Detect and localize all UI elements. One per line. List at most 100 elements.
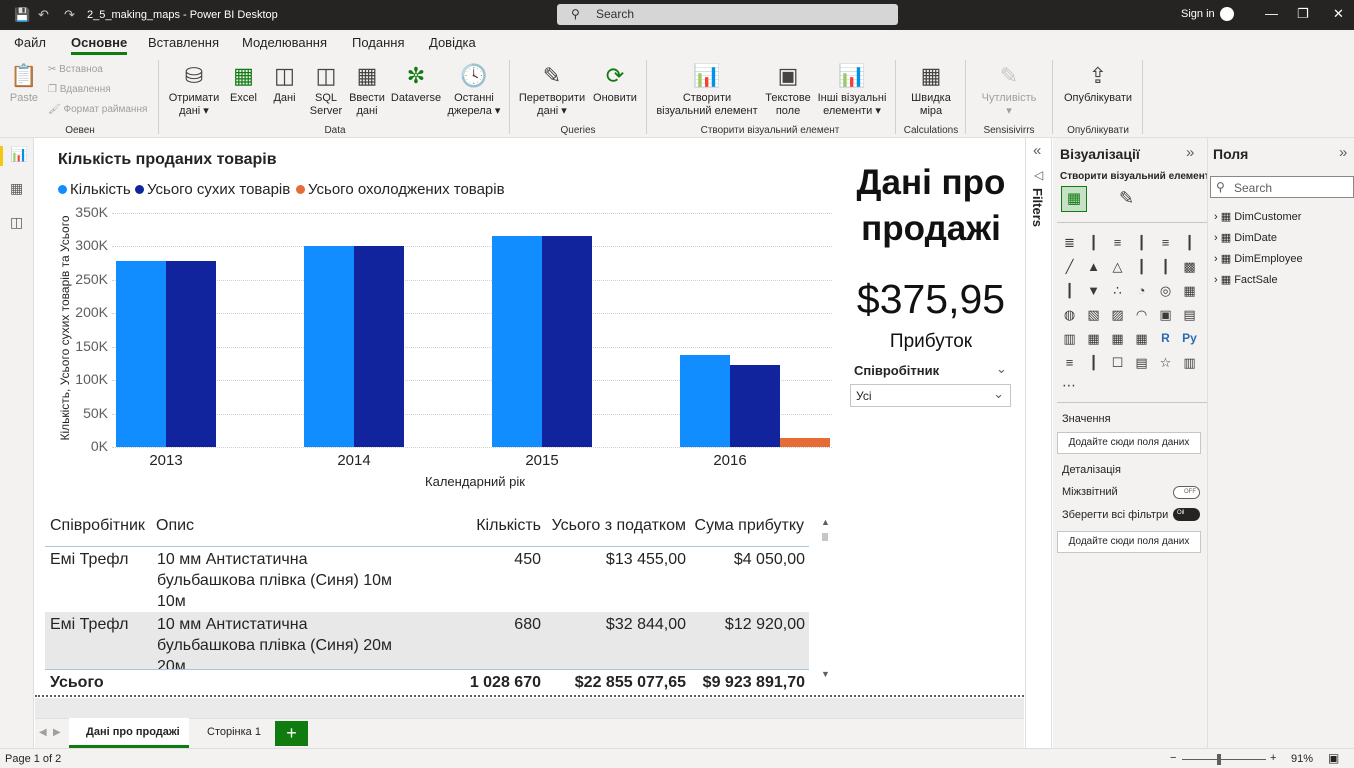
slicer-icon[interactable]: ▦ [1084,330,1103,347]
bar[interactable] [680,355,730,447]
sensitivity-button[interactable]: ✎ Чутливість ▾ [972,60,1046,118]
zoom-out-icon[interactable]: − [1170,752,1176,764]
collapse-right-icon[interactable]: » [1186,144,1194,161]
next-page-icon[interactable]: ▶ [53,727,61,738]
table-header[interactable]: Кількість [440,517,541,535]
cross-report-toggle[interactable]: OFF [1173,486,1200,499]
tab-page-1[interactable]: Сторінка 1 [207,726,261,738]
scatter-icon[interactable]: ∴ [1108,282,1127,299]
shape-map-icon[interactable]: ▨ [1108,306,1127,323]
field-table-item[interactable]: › ▦ FactSale [1214,273,1278,286]
menu-modeling[interactable]: Моделювання [242,35,327,50]
close-icon[interactable]: ✕ [1333,6,1344,22]
multi-row-card-icon[interactable]: ▤ [1180,306,1199,323]
menu-help[interactable]: Довідка [429,35,476,50]
menu-view[interactable]: Подання [352,35,405,50]
chevron-right-icon[interactable]: › [1214,232,1221,244]
chevron-right-icon[interactable]: › [1214,274,1221,286]
funnel-icon[interactable]: ▼ [1084,282,1103,299]
bar[interactable] [354,246,404,447]
minimize-icon[interactable]: — [1265,6,1278,21]
quick-measure-button[interactable]: ▦ Швидка міра [900,60,962,118]
data-hub-button[interactable]: ◫ Дані [268,60,301,105]
scroll-down-icon[interactable]: ▼ [821,669,830,679]
table-scrollbar[interactable]: ▲ ▼ [820,517,830,682]
bar[interactable] [492,235,542,447]
zoom-in-icon[interactable]: + [1270,752,1276,764]
qa-icon[interactable]: ☐ [1108,354,1127,371]
field-table-item[interactable]: › ▦ DimCustomer [1214,210,1301,223]
refresh-button[interactable]: ⟳ Оновити [590,60,640,105]
sign-in-link[interactable]: Sign in [1181,8,1215,20]
table-row[interactable]: Емі Трефл 10 мм Антистатична бульбашкова… [45,612,809,669]
table-icon[interactable]: ▦ [1108,330,1127,347]
more-visuals-button[interactable]: 📊 Інші візуальні елементи ▾ [814,60,890,118]
100-column-icon[interactable]: ┃ [1180,234,1199,251]
drill-through-drop-zone[interactable]: Додайте сюди поля даних [1057,531,1201,553]
chevron-right-icon[interactable]: › [1214,253,1221,265]
filled-map-icon[interactable]: ▧ [1084,306,1103,323]
excel-button[interactable]: ▦ Excel [227,60,260,105]
waterfall-icon[interactable]: ┃ [1060,282,1079,299]
line-icon[interactable]: ╱ [1060,258,1079,275]
field-table-item[interactable]: › ▦ DimEmployee [1214,252,1303,265]
field-table-item[interactable]: › ▦ DimDate [1214,231,1277,244]
new-visual-button[interactable]: 📊 Створити візуальний елемент [653,60,761,118]
bar[interactable] [116,261,166,447]
save-icon[interactable]: 💾 [14,7,30,23]
global-search[interactable]: ⚲ Search [557,4,898,25]
map-icon[interactable]: ◍ [1060,306,1079,323]
r-visual-icon[interactable]: R [1156,330,1175,347]
legend-item[interactable]: Усього сухих товарів [135,181,290,198]
bar[interactable] [780,438,830,447]
filters-label[interactable]: Filters [1030,188,1045,227]
format-visual-tab-icon[interactable]: ✎ [1119,188,1134,209]
add-page-button[interactable]: + [275,721,308,746]
transform-data-button[interactable]: ✎ Перетворити дані ▾ [515,60,589,118]
enter-data-button[interactable]: ▦ Ввести дані [347,60,387,118]
clustered-bar-icon[interactable]: ≡ [1108,234,1127,251]
tab-sales-label[interactable]: Дані про продажі [86,726,180,738]
ribbon-icon[interactable]: ▩ [1180,258,1199,275]
donut-icon[interactable]: ◎ [1156,282,1175,299]
fit-to-page-icon[interactable]: ▣ [1328,751,1339,765]
bar[interactable] [542,235,592,447]
treemap-icon[interactable]: ▦ [1180,282,1199,299]
prev-page-icon[interactable]: ◀ [39,727,47,738]
fields-search-input[interactable]: ⚲ Search [1210,176,1354,198]
scroll-up-icon[interactable]: ▲ [821,517,830,527]
matrix-icon[interactable]: ▦ [1132,330,1151,347]
stacked-column-icon[interactable]: ┃ [1084,234,1103,251]
kpi-icon[interactable]: ▥ [1060,330,1079,347]
table-header[interactable]: Опис [156,517,194,535]
format-painter-button[interactable]: 🖌 Формат раймання [48,104,147,115]
100-bar-icon[interactable]: ≡ [1156,234,1175,251]
line-column-icon[interactable]: ┃ [1132,258,1151,275]
publish-button[interactable]: ⇪ Опублікувати [1058,60,1138,105]
pie-icon[interactable]: ◔ [1132,282,1151,299]
table-view-icon[interactable]: ▦ [10,180,23,197]
avatar[interactable] [1220,7,1234,21]
menu-home[interactable]: Основне [71,35,128,55]
table-header[interactable]: Сума прибутку [690,517,804,535]
copy-button[interactable]: ❐ Вдавлення [48,84,111,95]
collapse-right-icon[interactable]: » [1339,144,1347,161]
menu-insert[interactable]: Вставлення [148,35,219,50]
gauge-icon[interactable]: ◠ [1132,306,1151,323]
undo-icon[interactable]: ↶ [38,7,49,23]
values-drop-zone[interactable]: Додайте сюди поля даних [1057,432,1201,454]
bar[interactable] [730,364,780,447]
model-view-icon[interactable]: ◫ [10,214,23,231]
recent-sources-button[interactable]: 🕓 Останні джерела ▾ [445,60,503,118]
chevron-right-icon[interactable]: › [1214,211,1221,223]
stacked-area-icon[interactable]: △ [1108,258,1127,275]
table-header[interactable]: Співробітник [50,517,145,535]
paste-button[interactable]: 📋 Paste [6,60,42,105]
bar[interactable] [166,261,216,447]
textbox-button[interactable]: ▣ Текстове поле [762,60,814,118]
expand-left-icon[interactable]: « [1033,142,1041,159]
card-icon[interactable]: ▣ [1156,306,1175,323]
narrative-icon[interactable]: ▤ [1132,354,1151,371]
chevron-down-icon[interactable]: ⌄ [996,361,1007,377]
slicer-dropdown[interactable]: Усі ⌄ [850,384,1011,407]
